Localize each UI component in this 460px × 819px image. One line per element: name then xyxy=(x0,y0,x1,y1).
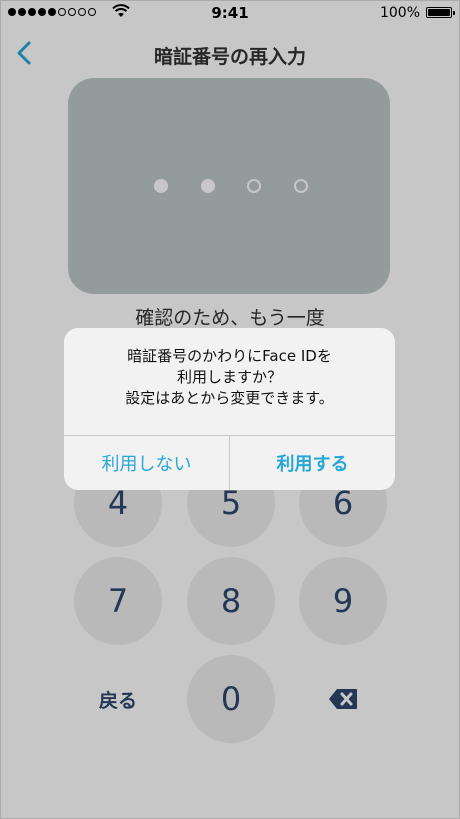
alert-message-line-3: 設定はあとから変更できます。 xyxy=(125,389,334,407)
pin-confirm-screen: 9:41 100% 暗証番号の再入力 確認のため、もう一度 4 5 6 7 8 … xyxy=(0,0,460,819)
alert-message: 暗証番号のかわりにFace IDを 利用しますか？ 設定はあとから変更できます。 xyxy=(64,346,395,409)
alert-message-line-2: 利用しますか？ xyxy=(176,368,282,386)
accept-button[interactable]: 利用する xyxy=(230,436,395,490)
alert-message-line-1: 暗証番号のかわりにFace IDを xyxy=(127,347,332,365)
face-id-alert: 暗証番号のかわりにFace IDを 利用しますか？ 設定はあとから変更できます。… xyxy=(64,328,395,490)
decline-button[interactable]: 利用しない xyxy=(64,436,229,490)
